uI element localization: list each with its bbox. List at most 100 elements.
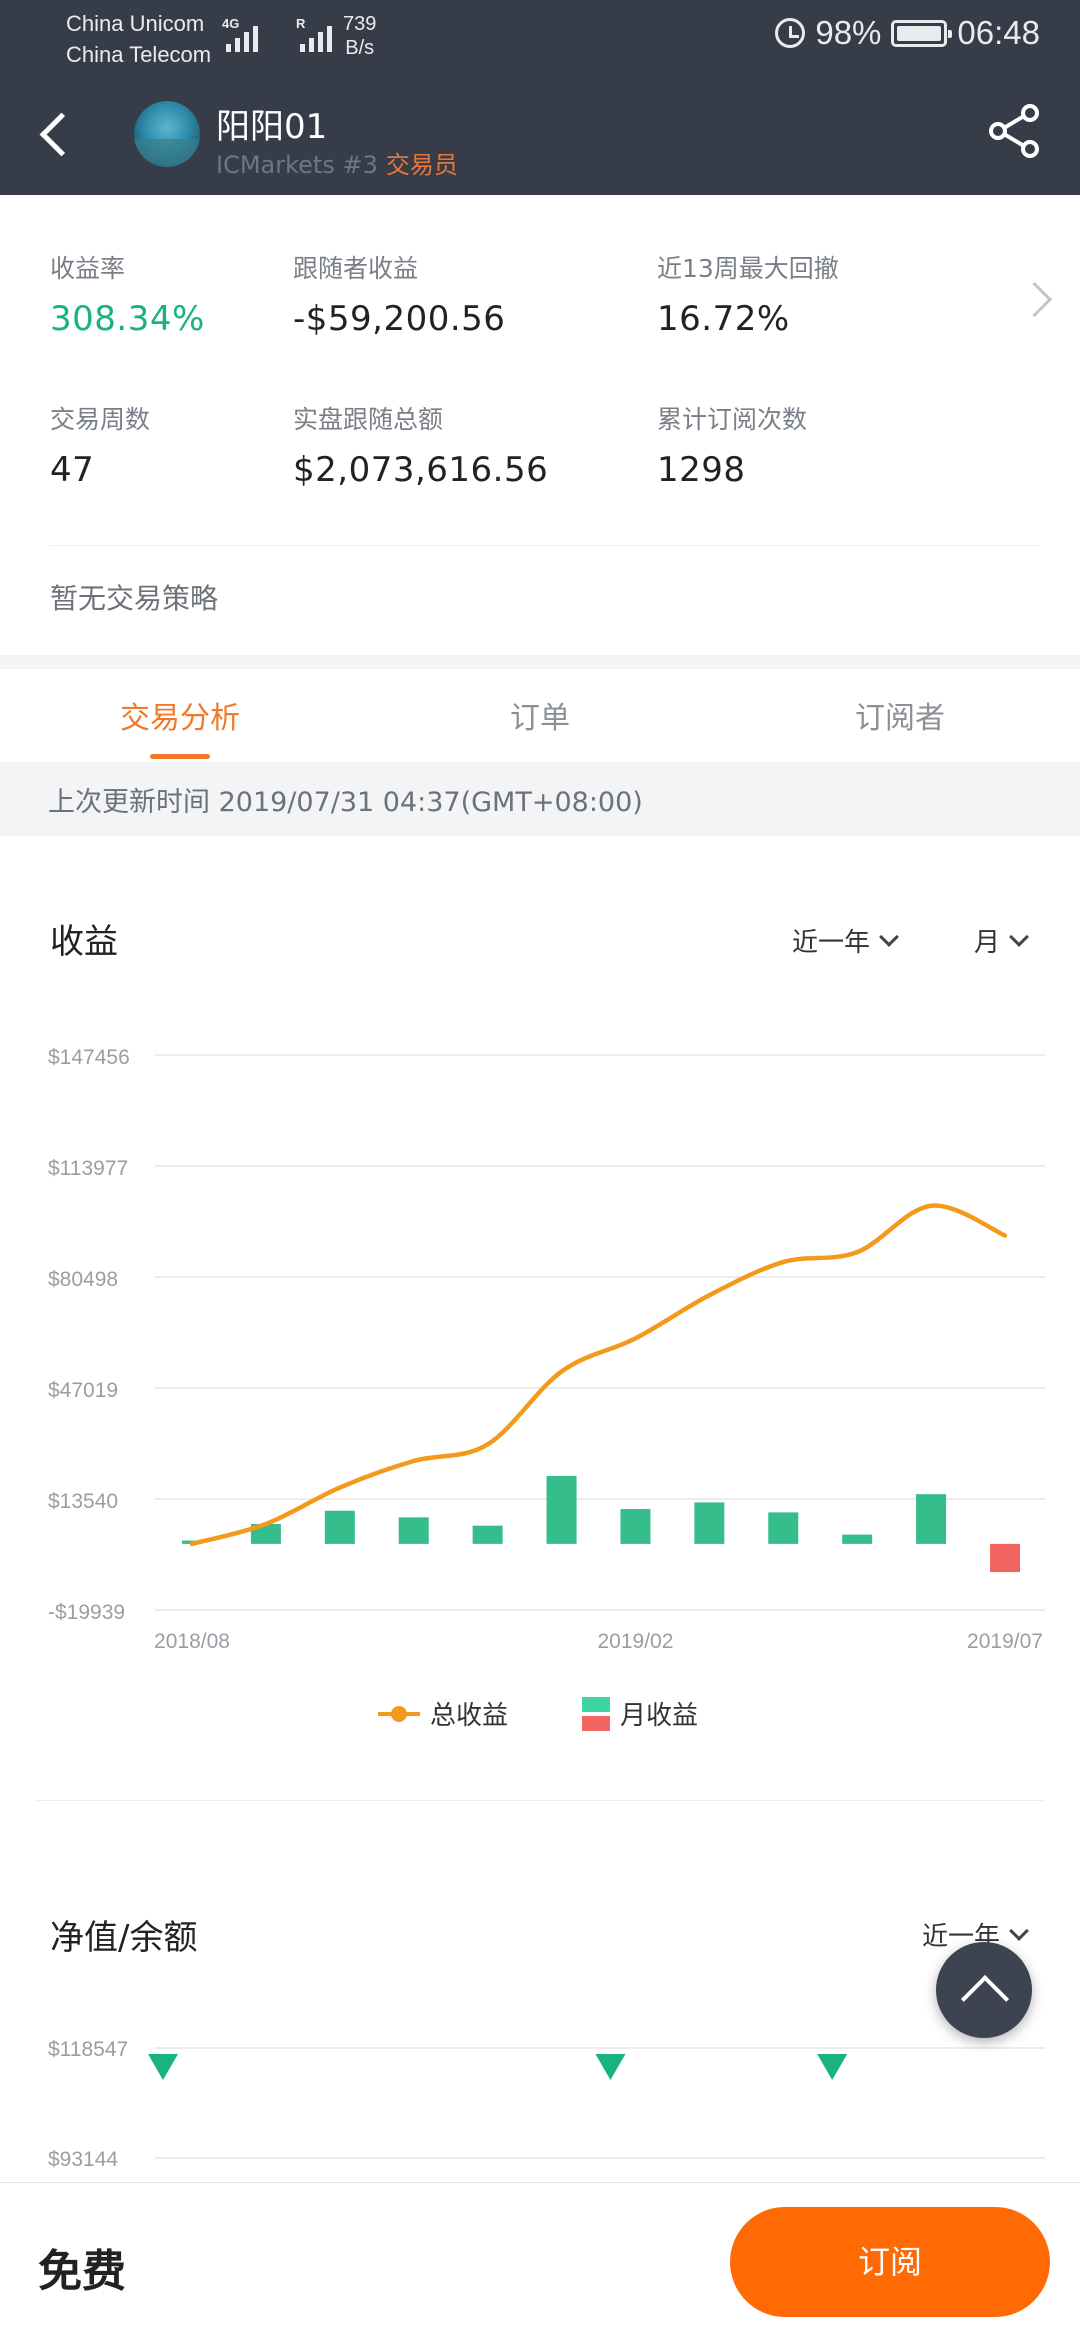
chevron-down-icon [1009,926,1029,947]
x-tick-label: 2019/07 [967,1630,1043,1653]
deposit-marker[interactable] [817,2054,848,2080]
back-arrow-icon[interactable] [32,105,80,165]
avatar[interactable] [134,101,200,167]
share-icon[interactable] [984,101,1044,161]
stat-return-rate: 收益率 308.34% [50,252,205,342]
period-value: 月 [974,928,1001,958]
legend-label: 月收益 [620,1701,699,1731]
update-time-bar: 上次更新时间 2019/07/31 04:37(GMT+08:00) [0,762,1080,836]
carrier-info: China Unicom China Telecom [66,8,211,70]
equity-title: 净值/余额 [50,1918,198,1958]
status-right: 98% 06:48 [775,14,1040,52]
stat-value: 1298 [657,450,746,490]
clock: 06:48 [957,14,1040,51]
monthly-profit-bar[interactable] [694,1502,725,1544]
signal-icon: 4G [222,16,258,52]
tab-bar: 交易分析 订单 订阅者 [0,669,1080,762]
stat-label: 收益率 [50,254,126,283]
trader-name: 阳阳01 [216,107,328,147]
update-time: 上次更新时间 2019/07/31 04:37(GMT+08:00) [48,787,643,818]
stat-value: 16.72% [657,299,790,339]
stat-trade-weeks: 交易周数 47 [50,403,150,493]
signal-icon-2: R [296,16,332,52]
trader-detail-page: China Unicom China Telecom 4G R 739 B/s … [0,0,1080,2340]
trader-subtitle: ICMarkets #3 交易员 [216,145,458,180]
legend-monthly[interactable]: 月收益 [582,1695,698,1732]
total-profit-line[interactable] [189,1203,1008,1547]
chevron-right-icon[interactable] [1020,283,1050,313]
stat-follower-profit: 跟随者收益 -$59,200.56 [293,252,505,342]
monthly-profit-bar[interactable] [472,1525,503,1544]
chevron-down-icon [879,926,899,947]
stat-subscriptions: 累计订阅次数 1298 [657,403,807,493]
y-tick-label: $47019 [48,1379,118,1402]
monthly-profit-bar[interactable] [324,1510,355,1544]
price-label: 免费 [38,2246,126,2297]
x-tick-label: 2019/02 [597,1630,673,1653]
trader-role: 交易员 [385,151,458,179]
carrier-2: China Telecom [66,42,212,67]
profit-chart[interactable]: $147456 $113977 $80498 $47019 $13540 -$19939 2… [0,1030,1080,1670]
equity-chart[interactable]: $118547 $93144 [0,2020,1080,2180]
deposit-marker[interactable] [595,2054,626,2080]
battery-icon [891,19,953,47]
stat-label: 交易周数 [50,405,151,434]
y-tick-label: $113977 [48,1157,128,1180]
speed-unit: B/s [345,37,375,59]
bar-legend-icon [582,1696,610,1731]
y-tick-label: -$19939 [48,1601,125,1624]
tab-trade-analysis[interactable]: 交易分析 [30,693,330,737]
alarm-icon [775,18,806,48]
y-tick-label: $13540 [48,1490,118,1513]
monthly-profit-bar[interactable] [990,1543,1020,1573]
subscribe-button[interactable]: 订阅 [730,2207,1050,2317]
status-bar: China Unicom China Telecom 4G R 739 B/s … [0,0,1080,75]
period-dropdown[interactable]: 月 [974,922,1029,959]
top-bar: China Unicom China Telecom 4G R 739 B/s … [0,0,1080,195]
stat-value: $2,073,616.56 [293,450,549,490]
strategy-text: 暂无交易策略 [50,582,219,615]
speed-value: 739 [343,13,377,35]
y-tick-label: $118547 [48,2038,128,2061]
monthly-profit-bar[interactable] [916,1494,947,1544]
y-tick-label: $147456 [48,1046,130,1069]
line-legend-icon [378,1705,420,1722]
stat-value: 308.34% [50,299,205,339]
monthly-profit-bar[interactable] [768,1512,799,1544]
section-gap [0,655,1080,669]
legend-label: 总收益 [430,1701,509,1731]
network-type-4g: 4G [222,16,240,31]
divider [50,545,1040,546]
x-tick-label: 2018/08 [154,1630,230,1653]
stats-panel[interactable]: 收益率 308.34% 跟随者收益 -$59,200.56 近13周最大回撤 1… [0,195,1080,655]
monthly-profit-bar[interactable] [842,1534,873,1544]
network-speed: 739 B/s [343,12,376,60]
bottom-bar: 免费 订阅 [0,2182,1080,2340]
stat-follow-total: 实盘跟随总额 $2,073,616.56 [293,403,548,493]
monthly-profit-bar[interactable] [620,1509,651,1544]
deposit-marker[interactable] [148,2054,178,2080]
tab-indicator [150,754,210,759]
scroll-top-icon[interactable] [936,1942,1032,2038]
stat-label: 跟随者收益 [293,254,419,283]
range-dropdown[interactable]: 近一年 [792,922,899,959]
chevron-down-icon [1009,1920,1029,1941]
tab-subscribers[interactable]: 订阅者 [750,693,1050,737]
range-value: 近一年 [792,928,871,958]
stat-value: -$59,200.56 [293,299,506,339]
y-tick-label: $93144 [48,2148,118,2171]
stat-max-drawdown: 近13周最大回撤 16.72% [657,252,839,342]
y-tick-label: $80498 [48,1268,118,1291]
monthly-profit-bar[interactable] [546,1475,577,1544]
stat-label: 近13周最大回撤 [657,254,839,283]
tab-orders[interactable]: 订单 [390,693,690,737]
battery-percent: 98% [815,14,882,51]
stat-value: 47 [50,450,95,490]
profit-title: 收益 [50,922,118,962]
monthly-profit-bar[interactable] [398,1517,429,1544]
network-type-roaming: R [296,16,306,31]
app-header: 阳阳01 ICMarkets #3 交易员 [0,75,1080,195]
legend-total[interactable]: 总收益 [378,1695,508,1732]
broker-account: ICMarkets #3 [216,151,378,179]
stat-label: 累计订阅次数 [657,405,808,434]
